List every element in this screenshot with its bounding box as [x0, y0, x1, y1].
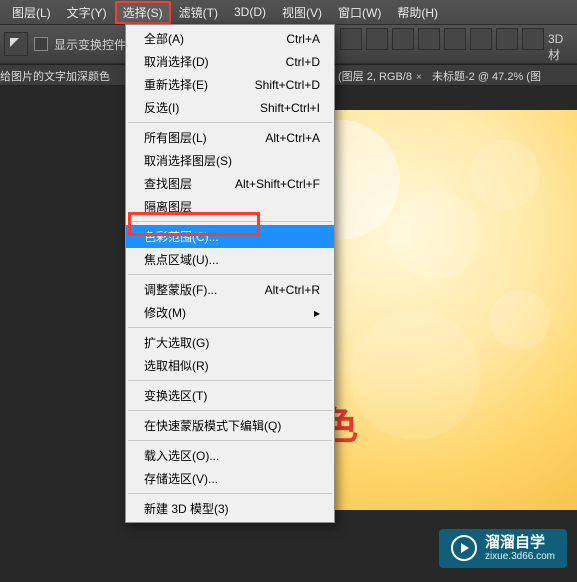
dd-color-range[interactable]: 色彩范围(C)...: [126, 225, 334, 248]
chevron-right-icon: ▸: [314, 306, 320, 320]
show-transform-label: 显示变换控件: [54, 36, 126, 53]
dd-deselect-layers[interactable]: 取消选择图层(S): [126, 149, 334, 172]
dd-modify[interactable]: 修改(M)▸: [126, 301, 334, 324]
document-canvas[interactable]: [310, 110, 577, 510]
dd-edit-quick-mask[interactable]: 在快速蒙版模式下编辑(Q): [126, 414, 334, 437]
dd-find-layers[interactable]: 查找图层Alt+Shift+Ctrl+F: [126, 172, 334, 195]
dd-reselect[interactable]: 重新选择(E)Shift+Ctrl+D: [126, 73, 334, 96]
dd-separator: [128, 327, 332, 328]
watermark-url: zixue.3d66.com: [485, 551, 555, 562]
menu-select[interactable]: 选择(S): [115, 1, 171, 24]
dd-separator: [128, 493, 332, 494]
dd-new-3d-extrusion[interactable]: 新建 3D 模型(3): [126, 497, 334, 520]
dd-isolate-layers[interactable]: 隔离图层: [126, 195, 334, 218]
close-icon[interactable]: ×: [416, 72, 422, 83]
doc-tab-1[interactable]: (图层 2, RGB/8×: [338, 68, 422, 84]
dd-separator: [128, 122, 332, 123]
align-icon-1[interactable]: [340, 28, 362, 50]
align-icon-5[interactable]: [444, 28, 466, 50]
dd-similar[interactable]: 选取相似(R): [126, 354, 334, 377]
dd-separator: [128, 380, 332, 381]
dd-separator: [128, 440, 332, 441]
align-icon-3[interactable]: [392, 28, 414, 50]
menubar: 图层(L) 文字(Y) 选择(S) 滤镜(T) 3D(D) 视图(V) 窗口(W…: [0, 0, 577, 24]
dd-separator: [128, 410, 332, 411]
menu-help[interactable]: 帮助(H): [389, 1, 446, 24]
watermark-badge: 溜溜自学 zixue.3d66.com: [439, 529, 567, 569]
dd-grow[interactable]: 扩大选取(G): [126, 331, 334, 354]
menu-filter[interactable]: 滤镜(T): [171, 1, 226, 24]
dd-separator: [128, 221, 332, 222]
dd-transform-selection[interactable]: 变换选区(T): [126, 384, 334, 407]
show-transform-checkbox[interactable]: [34, 37, 48, 51]
align-icon-4[interactable]: [418, 28, 440, 50]
dd-separator: [128, 274, 332, 275]
align-icon-6[interactable]: [470, 28, 492, 50]
align-icon-2[interactable]: [366, 28, 388, 50]
menu-type[interactable]: 文字(Y): [59, 1, 115, 24]
doc-tab-2[interactable]: 未标题-2 @ 47.2% (图: [432, 68, 541, 84]
distribute-icon-1[interactable]: [496, 28, 518, 50]
dd-all-layers[interactable]: 所有图层(L)Alt+Ctrl+A: [126, 126, 334, 149]
dd-save-selection[interactable]: 存储选区(V)...: [126, 467, 334, 490]
menu-window[interactable]: 窗口(W): [330, 1, 389, 24]
dd-inverse[interactable]: 反选(I)Shift+Ctrl+I: [126, 96, 334, 119]
options-3d-label: 3D 材: [548, 32, 577, 63]
distribute-icon-2[interactable]: [522, 28, 544, 50]
options-right-icons: [340, 28, 544, 50]
dd-deselect[interactable]: 取消选择(D)Ctrl+D: [126, 50, 334, 73]
menu-layer[interactable]: 图层(L): [4, 1, 59, 24]
dd-select-all[interactable]: 全部(A)Ctrl+A: [126, 27, 334, 50]
tool-preset-icon[interactable]: [4, 32, 28, 56]
dd-refine-mask[interactable]: 调整蒙版(F)...Alt+Ctrl+R: [126, 278, 334, 301]
menu-3d[interactable]: 3D(D): [226, 2, 274, 22]
menu-view[interactable]: 视图(V): [274, 1, 330, 24]
dd-focus-area[interactable]: 焦点区域(U)...: [126, 248, 334, 271]
dd-load-selection[interactable]: 载入选区(O)...: [126, 444, 334, 467]
play-icon: [451, 535, 477, 561]
select-menu-dropdown: 全部(A)Ctrl+A 取消选择(D)Ctrl+D 重新选择(E)Shift+C…: [125, 24, 335, 523]
doc-tab-left[interactable]: 给图片的文字加深颜色: [0, 68, 110, 84]
watermark-title: 溜溜自学: [485, 535, 555, 552]
